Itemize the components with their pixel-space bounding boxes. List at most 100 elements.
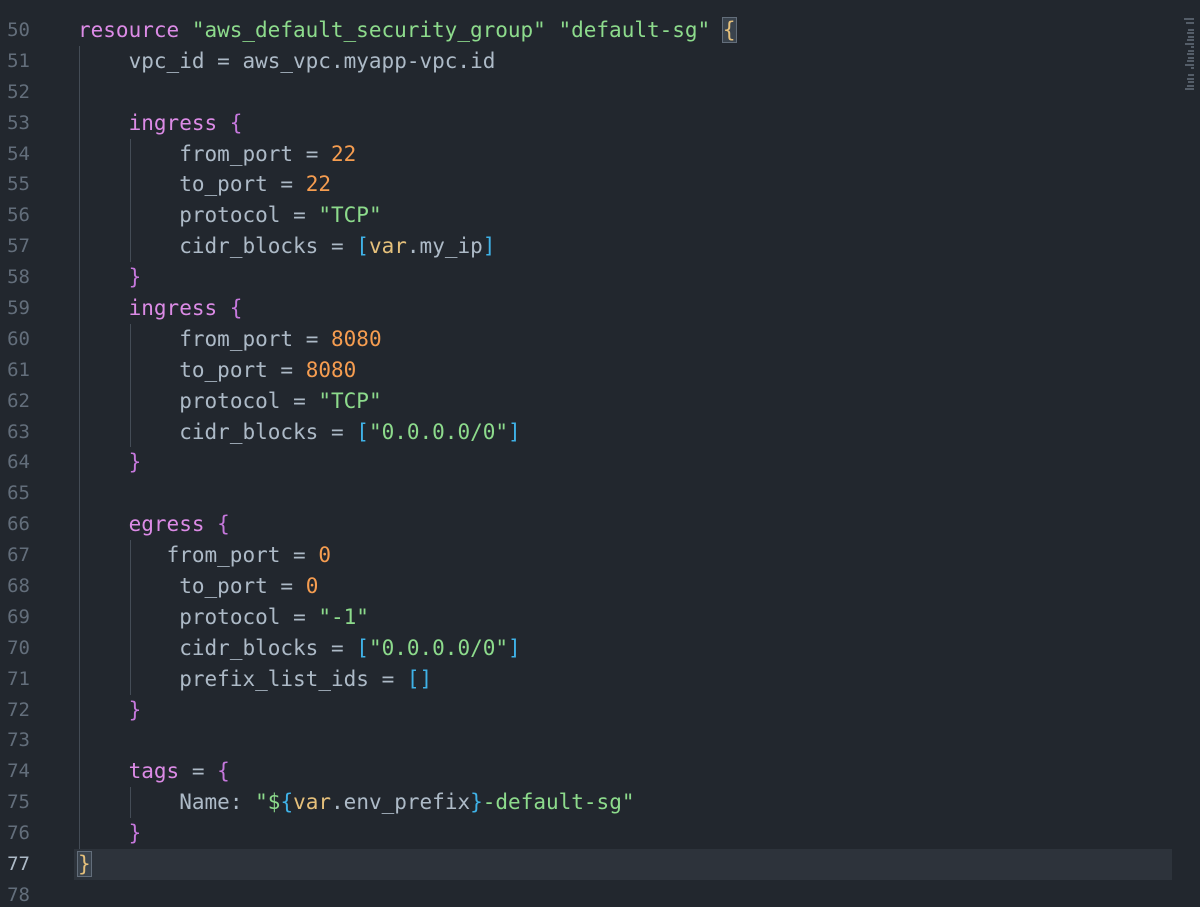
code-text: ingress {	[128, 110, 243, 135]
line-number: 70	[7, 636, 30, 659]
line-number: 66	[7, 513, 30, 536]
code-line[interactable]: 61 to_port = 8080	[0, 354, 1200, 386]
code-text: cidr_blocks = ["0.0.0.0/0"]	[179, 635, 521, 660]
code-text: to_port = 22	[179, 172, 332, 197]
code-line[interactable]: 63 cidr_blocks = ["0.0.0.0/0"]	[0, 416, 1200, 448]
code-line[interactable]: 71 prefix_list_ids = []	[0, 663, 1200, 695]
code-text: vpc_id = aws_vpc.myapp-vpc.id	[128, 48, 496, 73]
line-number: 63	[7, 420, 30, 443]
code-line[interactable]: 56 protocol = "TCP"	[0, 200, 1200, 232]
code-line[interactable]: 52	[0, 76, 1200, 108]
minimap-row	[1188, 81, 1194, 83]
code-line[interactable]: 74 tags = {	[0, 756, 1200, 788]
code-text: to_port = 8080	[179, 357, 357, 382]
line-number: 65	[7, 482, 30, 505]
code-line[interactable]: 66 egress {	[0, 509, 1200, 541]
line-number: 56	[7, 204, 30, 227]
code-line[interactable]: 70 cidr_blocks = ["0.0.0.0/0"]	[0, 632, 1200, 664]
minimap-row	[1187, 32, 1194, 34]
code-text: Name: "${var.env_prefix}-default-sg"	[179, 790, 635, 815]
line-number: 74	[7, 760, 30, 783]
code-text: tags = {	[128, 759, 230, 784]
code-line[interactable]: 62 protocol = "TCP"	[0, 385, 1200, 417]
code-line[interactable]: 65	[0, 478, 1200, 510]
minimap-row	[1185, 88, 1194, 90]
code-line[interactable]: 50 resource "aws_default_security_group" …	[0, 15, 1200, 46]
line-number: 62	[7, 389, 30, 412]
line-number: 71	[7, 667, 30, 690]
indent-guide	[79, 478, 80, 510]
line-number: 72	[7, 698, 30, 721]
line-number: 77	[7, 853, 30, 876]
line-number: 75	[7, 791, 30, 814]
code-text: cidr_blocks = ["0.0.0.0/0"]	[179, 419, 521, 444]
code-line[interactable]: 54 from_port = 22	[0, 138, 1200, 170]
code-line[interactable]: 60 from_port = 8080	[0, 323, 1200, 355]
code-line[interactable]: 57 cidr_blocks = [var.my_ip]	[0, 231, 1200, 263]
code-lines[interactable]: 50 resource "aws_default_security_group" …	[0, 15, 1200, 907]
indent-guide	[79, 725, 80, 757]
code-editor[interactable]: 50 resource "aws_default_security_group" …	[0, 0, 1200, 907]
line-number: 60	[7, 327, 30, 350]
code-text: protocol = "TCP"	[179, 388, 382, 413]
indent-guide	[79, 76, 80, 108]
code-line[interactable]: 55 to_port = 22	[0, 169, 1200, 201]
minimap-row	[1187, 53, 1194, 55]
code-text: from_port = 8080	[179, 326, 382, 351]
code-line[interactable]: 68 to_port = 0	[0, 571, 1200, 602]
code-text: from_port = 22	[179, 141, 357, 166]
minimap-row	[1184, 18, 1194, 20]
line-number: 67	[7, 544, 30, 567]
line-number: 73	[7, 729, 30, 752]
minimap-row	[1188, 56, 1194, 59]
code-text: }	[128, 821, 142, 846]
code-line[interactable]: 77}	[0, 849, 1200, 880]
minimap-row	[1187, 60, 1194, 62]
code-line[interactable]: 67 from_port = 0	[0, 540, 1200, 572]
minimap-row	[1191, 46, 1194, 48]
line-number: 58	[7, 266, 30, 289]
line-number: 55	[7, 173, 30, 196]
current-line-highlight	[74, 849, 1172, 880]
minimap-row	[1187, 77, 1194, 80]
code-text: protocol = "TCP"	[179, 203, 382, 228]
code-line[interactable]: 64 }	[0, 447, 1200, 479]
code-line[interactable]: 53 ingress {	[0, 107, 1200, 139]
code-text: prefix_list_ids = []	[179, 666, 433, 691]
code-text: ingress {	[128, 296, 243, 321]
minimap-row	[1187, 84, 1194, 87]
line-number: 57	[7, 235, 30, 258]
line-number: 68	[7, 575, 30, 598]
code-line[interactable]: 51 vpc_id = aws_vpc.myapp-vpc.id	[0, 45, 1200, 77]
code-text: to_port = 0	[179, 574, 319, 599]
code-line[interactable]: 59 ingress {	[0, 293, 1200, 324]
code-text: }	[128, 450, 142, 475]
minimap[interactable]	[1182, 0, 1200, 110]
minimap-row	[1191, 67, 1194, 69]
minimap-row	[1188, 49, 1194, 52]
code-line[interactable]: 58 }	[0, 262, 1200, 294]
code-text: }	[77, 851, 92, 878]
line-number: 59	[7, 297, 30, 320]
code-text: from_port = 0	[166, 543, 332, 568]
line-number: 69	[7, 605, 30, 628]
minimap-row	[1185, 42, 1194, 45]
minimap-row	[1188, 35, 1194, 38]
minimap-row	[1186, 21, 1194, 24]
line-number: 51	[7, 49, 30, 72]
code-text: }	[128, 697, 142, 722]
line-number: 53	[7, 111, 30, 134]
minimap-row	[1185, 63, 1194, 66]
line-number: 54	[7, 142, 30, 165]
code-line[interactable]: 78	[0, 880, 1200, 907]
code-line[interactable]: 73	[0, 725, 1200, 757]
code-line[interactable]: 76 }	[0, 818, 1200, 850]
code-text: }	[128, 265, 142, 290]
line-number: 50	[7, 19, 30, 41]
code-text: cidr_blocks = [var.my_ip]	[179, 234, 496, 259]
code-line[interactable]: 69 protocol = "-1"	[0, 601, 1200, 633]
line-number: 76	[7, 822, 30, 845]
code-line[interactable]: 75 Name: "${var.env_prefix}-default-sg"	[0, 787, 1200, 819]
minimap-row	[1187, 39, 1194, 41]
code-line[interactable]: 72 }	[0, 694, 1200, 726]
